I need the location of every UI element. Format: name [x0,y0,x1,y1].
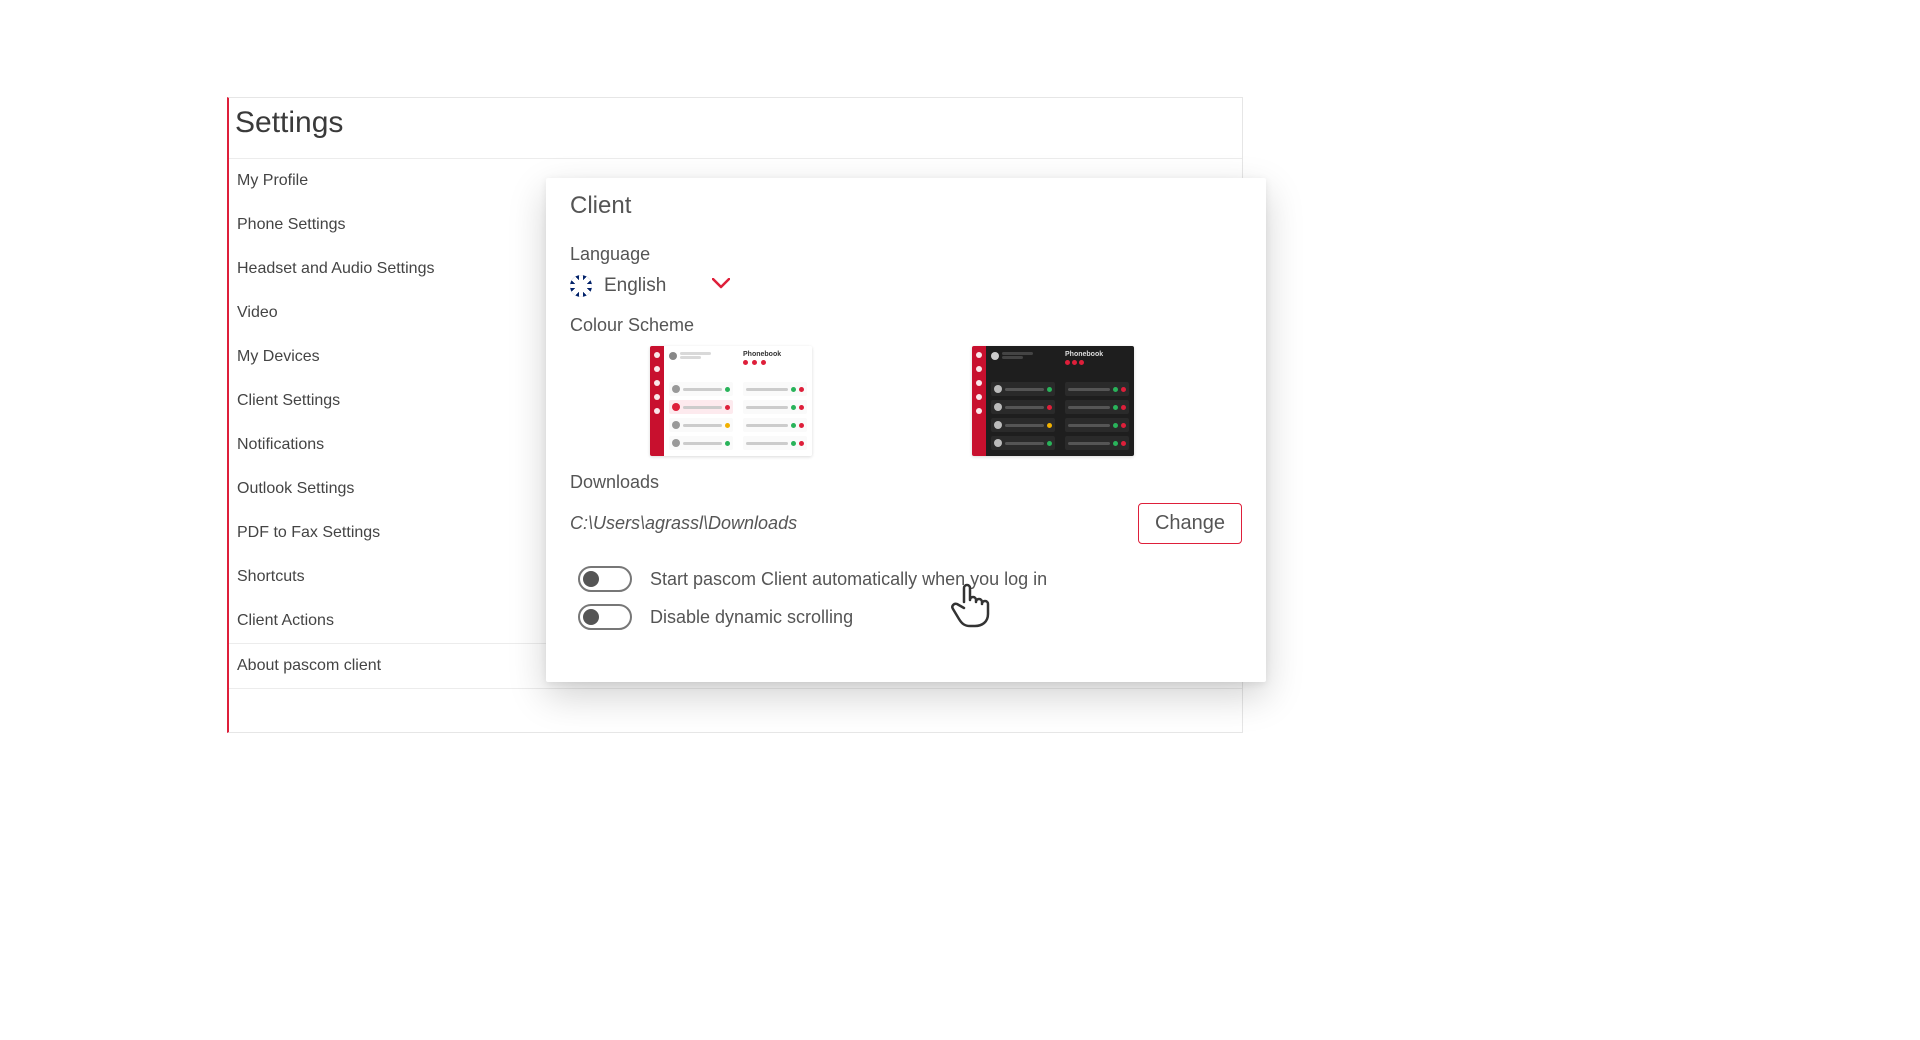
colour-scheme-options: Phonebook [570,346,1242,456]
change-button[interactable]: Change [1138,503,1242,544]
scheme-preview-heading: Phonebook [743,351,806,358]
disable-scroll-toggle-label: Disable dynamic scrolling [650,607,853,628]
downloads-path-value: C:\Users\agrassl\Downloads [570,513,797,534]
client-panel-title: Client [570,192,1242,244]
language-value: English [604,275,666,297]
colour-scheme-light-option[interactable]: Phonebook [650,346,812,456]
colour-scheme-dark-option[interactable]: Phonebook [972,346,1134,456]
autostart-toggle[interactable] [578,566,632,592]
disable-scroll-toggle-row: Disable dynamic scrolling [570,604,1242,630]
scheme-preview-heading-dark: Phonebook [1065,351,1128,358]
settings-title: Settings [229,98,1242,158]
chevron-down-icon [712,277,730,295]
downloads-row: C:\Users\agrassl\Downloads Change [570,503,1242,544]
disable-scroll-toggle[interactable] [578,604,632,630]
flag-uk-icon [570,275,592,297]
colour-scheme-section-label: Colour Scheme [570,315,1242,336]
language-selector[interactable]: English [570,275,1242,297]
autostart-toggle-row: Start pascom Client automatically when y… [570,566,1242,592]
language-section-label: Language [570,244,1242,265]
downloads-section-label: Downloads [570,472,1242,493]
client-settings-panel: Client Language English Colour Scheme [546,178,1266,682]
autostart-toggle-label: Start pascom Client automatically when y… [650,569,1047,590]
